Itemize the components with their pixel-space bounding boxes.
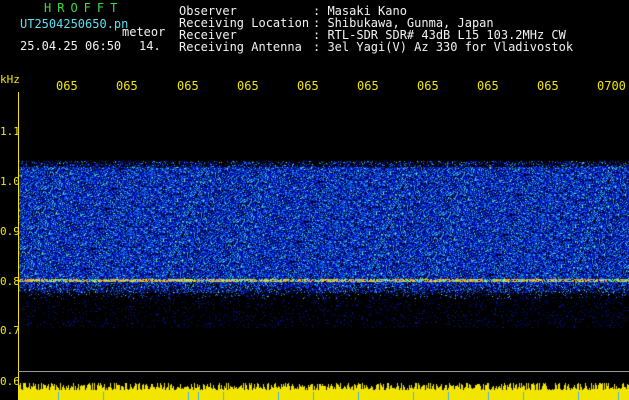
antenna-value: : 3el Yagi(V) Az 330 for Vladivostok (313, 40, 574, 54)
y-tick-0-6: 0.6 (0, 375, 20, 388)
spectrogram (18, 93, 629, 400)
x-tick-9: 065 (537, 79, 559, 93)
x-tick-10: 0700 (597, 79, 626, 93)
hrofft-title: HROFFT (44, 1, 124, 15)
x-tick-6: 065 (357, 79, 379, 93)
spectrogram-canvas (18, 93, 629, 400)
x-tick-4: 065 (237, 79, 259, 93)
event-count-label: 14. (139, 39, 161, 53)
x-tick-3: 065 (177, 79, 199, 93)
x-tick-7: 065 (417, 79, 439, 93)
filename-label: UT2504250650.pn (20, 17, 129, 31)
antenna-label: Receiving Antenna (179, 40, 302, 54)
datetime-label: 25.04.25 06:50 (20, 39, 122, 53)
y-tick-0-7: 0.7 (0, 324, 20, 337)
y-tick-1-0: 1.0 (0, 175, 20, 188)
x-tick-8: 065 (477, 79, 499, 93)
x-tick-5: 065 (297, 79, 319, 93)
event-type-label: meteor (122, 25, 166, 39)
x-tick-1: 065 (56, 79, 78, 93)
y-tick-0-8: 0.8 (0, 275, 20, 288)
y-axis-unit: kHz (0, 73, 20, 86)
y-tick-1-1: 1.1 (0, 125, 20, 138)
x-tick-2: 065 (116, 79, 138, 93)
y-tick-0-9: 0.9 (0, 225, 20, 238)
